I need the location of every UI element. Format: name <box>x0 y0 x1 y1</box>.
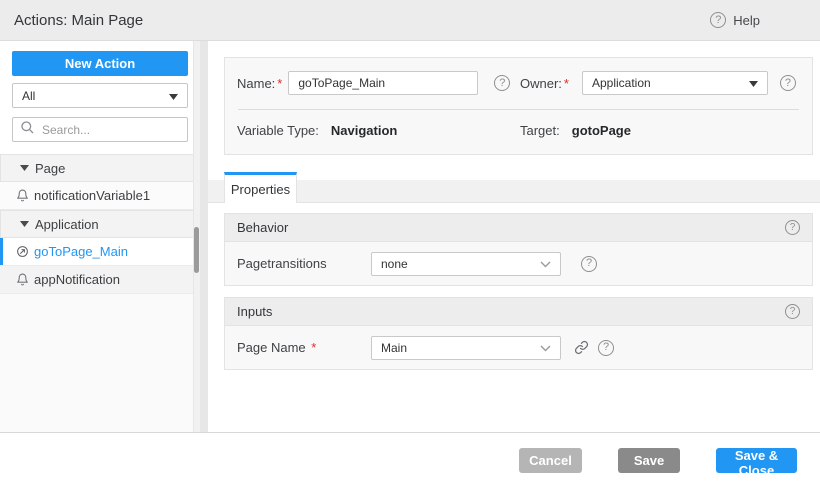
required-marker: * <box>311 340 317 355</box>
variables-tree: Page notificationVariable1 Application g… <box>0 154 200 294</box>
sidebar-scrollbar-track[interactable] <box>193 41 200 432</box>
bind-link-icon[interactable] <box>574 340 589 355</box>
filter-dropdown[interactable]: All <box>12 83 188 108</box>
search-input[interactable] <box>40 121 179 138</box>
new-action-button[interactable]: New Action <box>12 51 188 76</box>
cancel-button[interactable]: Cancel <box>519 448 582 473</box>
tab-label: Properties <box>230 181 291 197</box>
summary-row-2: Variable Type: Navigation Target: gotoPa… <box>237 123 800 138</box>
variable-type-value: Navigation <box>330 123 398 138</box>
inputs-section-body: Page Name * Main ? <box>225 326 812 369</box>
tree-item-label: goToPage_Main <box>34 244 128 259</box>
pagetransitions-select[interactable]: none <box>371 251 561 276</box>
dialog-footer: Cancel Save Save & Close <box>0 432 820 488</box>
tree-group-application[interactable]: Application <box>0 210 200 238</box>
tab-properties[interactable]: Properties <box>224 172 297 203</box>
triangle-down-icon <box>20 165 29 171</box>
action-summary-box: Name:* ? Owner:* Application ? <box>224 57 813 155</box>
notification-icon <box>15 189 29 202</box>
page-title: Actions: Main Page <box>14 11 144 29</box>
name-label: Name: * <box>237 75 283 91</box>
tree-item-gotopage-main[interactable]: goToPage_Main <box>0 238 200 266</box>
filter-value: All <box>22 88 36 103</box>
panel-divider <box>200 41 208 432</box>
sidebar: New Action All Page <box>0 41 200 432</box>
help-label: Help <box>733 12 760 28</box>
help-icon[interactable]: ? <box>598 339 614 356</box>
help-icon[interactable]: ? <box>494 75 511 91</box>
required-marker: * <box>277 75 283 91</box>
owner-value: Application <box>591 76 651 90</box>
summary-divider <box>238 109 799 110</box>
required-marker: * <box>563 75 569 91</box>
help-icon: ? <box>710 12 727 28</box>
behavior-section: Behavior ? Pagetransitions none ? <box>224 213 813 286</box>
owner-label: Owner: * <box>520 75 569 91</box>
target-value: gotoPage <box>571 123 631 138</box>
tree-group-label: Application <box>35 216 99 232</box>
search-box <box>12 117 188 142</box>
inputs-section-header: Inputs ? <box>225 298 812 326</box>
help-icon[interactable]: ? <box>785 220 800 235</box>
pagetransitions-value: none <box>381 256 408 271</box>
tab-bar-background <box>208 180 820 203</box>
dialog-header: Actions: Main Page ? Help <box>0 0 820 41</box>
page-name-select[interactable]: Main <box>371 335 561 360</box>
page-name-label: Page Name * <box>237 340 317 355</box>
sidebar-scrollbar-thumb[interactable] <box>194 227 199 273</box>
search-icon <box>21 120 34 139</box>
summary-row-1: Name:* ? Owner:* Application ? <box>237 71 800 95</box>
behavior-title: Behavior <box>237 220 289 235</box>
help-icon[interactable]: ? <box>785 304 800 319</box>
chevron-down-icon <box>540 341 551 355</box>
help-icon[interactable]: ? <box>581 255 597 272</box>
variable-type-label: Variable Type: <box>237 123 319 138</box>
page-name-value: Main <box>381 340 408 355</box>
tree-item-appnotification[interactable]: appNotification <box>0 266 200 294</box>
pagetransitions-label: Pagetransitions <box>237 256 327 271</box>
tree-item-notificationvariable1[interactable]: notificationVariable1 <box>0 182 200 210</box>
tree-group-page[interactable]: Page <box>0 154 200 182</box>
save-button[interactable]: Save <box>618 448 680 473</box>
tree-item-label: appNotification <box>34 272 120 287</box>
target-label: Target: <box>520 123 560 138</box>
chevron-down-icon <box>540 257 551 271</box>
owner-select[interactable]: Application <box>581 71 768 95</box>
tree-item-label: notificationVariable1 <box>34 188 151 203</box>
inputs-title: Inputs <box>237 304 273 319</box>
tab-bar: Properties <box>208 172 820 203</box>
behavior-section-body: Pagetransitions none ? <box>225 242 812 285</box>
triangle-down-icon <box>20 221 29 227</box>
navigation-action-icon <box>15 245 29 258</box>
sidebar-empty-area <box>0 294 200 432</box>
main-panel: Name:* ? Owner:* Application ? <box>208 41 820 432</box>
notification-icon <box>15 273 29 286</box>
actions-dialog: Actions: Main Page ? Help New Action All <box>0 0 820 488</box>
caret-down-icon <box>169 89 178 103</box>
name-input[interactable] <box>288 71 479 95</box>
tree-group-label: Page <box>35 160 66 176</box>
save-and-close-button[interactable]: Save & Close <box>716 448 797 478</box>
behavior-section-header: Behavior ? <box>225 214 812 242</box>
caret-down-icon <box>748 76 758 90</box>
inputs-section: Inputs ? Page Name * Main ? <box>224 297 813 370</box>
help-icon[interactable]: ? <box>779 75 796 91</box>
help-link[interactable]: ? Help <box>710 12 760 28</box>
